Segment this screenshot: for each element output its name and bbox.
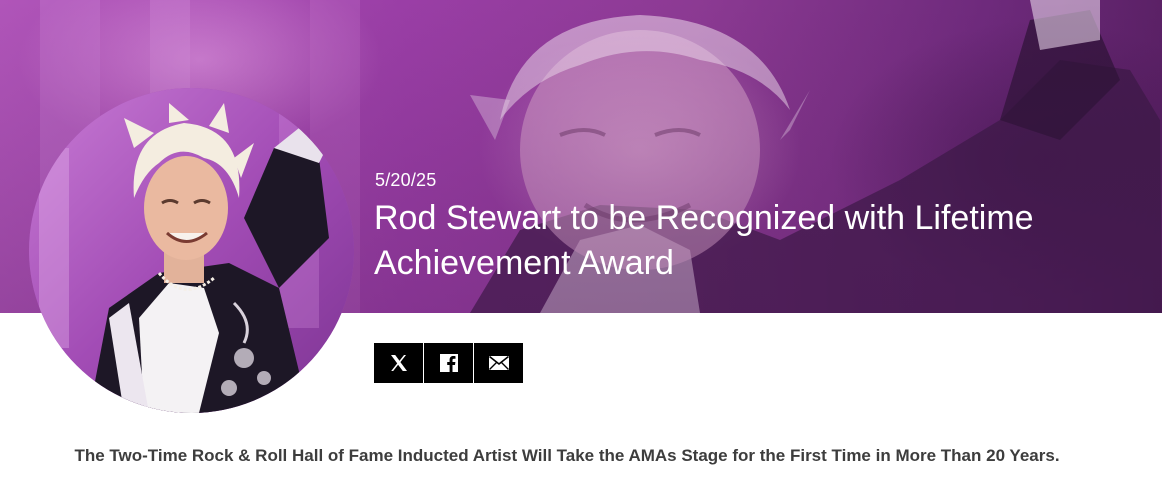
envelope-icon xyxy=(488,355,509,370)
article-subheadline: The Two-Time Rock & Roll Hall of Fame In… xyxy=(74,446,1060,465)
share-x-button[interactable] xyxy=(374,343,423,383)
share-facebook-button[interactable] xyxy=(424,343,473,383)
article-date: 5/20/25 xyxy=(375,170,437,190)
facebook-icon xyxy=(439,354,458,372)
article-title: Rod Stewart to be Recognized with Lifeti… xyxy=(374,199,1034,282)
share-email-button[interactable] xyxy=(474,343,523,383)
artist-photo xyxy=(29,88,354,413)
artist-portrait xyxy=(29,88,354,413)
x-logo-icon xyxy=(390,355,407,371)
share-bar xyxy=(374,343,523,383)
